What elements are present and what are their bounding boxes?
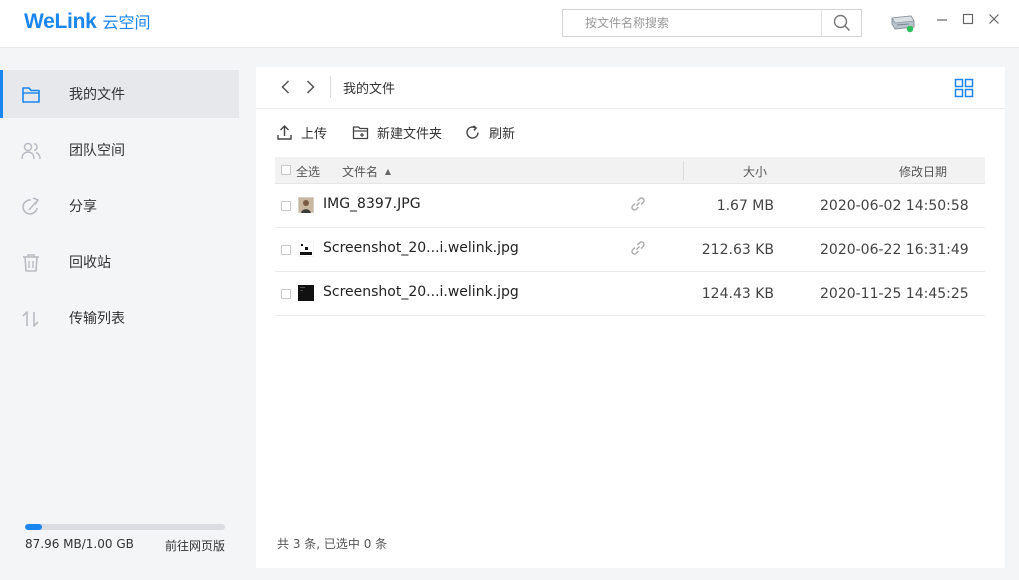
row-checkbox[interactable]: [281, 245, 291, 255]
main-panel: 我的文件 上传 新建文件夹 刷新 全选 文件名 ▲ 大小 修改日期 IMG_83…: [256, 67, 1005, 568]
column-name-label: 文件名: [342, 165, 379, 179]
refresh-button[interactable]: 刷新: [464, 122, 515, 142]
table-row[interactable]: IMG_8397.JPG 1.67 MB 2020-06-02 14:50:58: [275, 184, 985, 228]
close-icon: [989, 14, 999, 24]
file-modified-date: 2020-06-02 14:50:58: [820, 198, 969, 214]
search-icon: [833, 14, 850, 32]
sidebar-item-label: 我的文件: [69, 87, 125, 103]
folder-icon: [22, 87, 40, 103]
column-header-size[interactable]: 大小: [743, 163, 767, 180]
sidebar-item-label: 传输列表: [69, 311, 125, 327]
refresh-icon: [466, 124, 479, 139]
image-thumbnail: [298, 197, 314, 213]
row-checkbox[interactable]: [281, 289, 291, 299]
file-size: 1.67 MB: [716, 198, 774, 214]
sidebar: 我的文件 团队空间 分享 回收站 传输列表 87.96 MB/1.00 GB 前…: [0, 49, 252, 580]
column-header-name[interactable]: 文件名 ▲: [342, 163, 391, 180]
close-button[interactable]: [985, 10, 1003, 28]
maximize-button[interactable]: [959, 10, 977, 28]
breadcrumb[interactable]: 我的文件: [343, 78, 395, 97]
sidebar-item-label: 团队空间: [69, 143, 125, 159]
minimize-button[interactable]: [933, 10, 951, 28]
search-box: [562, 9, 862, 37]
column-divider: [683, 161, 684, 180]
sort-ascending-icon: ▲: [384, 167, 391, 176]
trash-icon: [23, 254, 39, 272]
upload-button[interactable]: 上传: [276, 122, 327, 142]
new-folder-icon: [352, 125, 369, 139]
app-logo: WeLink 云空间: [24, 9, 151, 33]
column-header-date[interactable]: 修改日期: [899, 163, 947, 180]
sidebar-item-my-files[interactable]: 我的文件: [0, 70, 239, 118]
storage-usage-fill: [25, 524, 43, 530]
storage-usage-bar: [25, 524, 225, 530]
file-name[interactable]: Screenshot_20...i.welink.jpg: [323, 284, 519, 300]
upload-label: 上传: [301, 126, 328, 142]
new-folder-label: 新建文件夹: [377, 126, 443, 142]
transfer-icon: [22, 311, 39, 327]
share-link-icon[interactable]: [629, 195, 647, 213]
cloud-device-icon[interactable]: [889, 12, 917, 34]
sidebar-item-team-space[interactable]: 团队空间: [0, 126, 239, 174]
logo-main-text: WeLink: [24, 10, 97, 33]
sidebar-item-recycle-bin[interactable]: 回收站: [0, 238, 239, 286]
image-thumbnail: [298, 285, 314, 301]
table-row[interactable]: Screenshot_20...i.welink.jpg 212.63 KB 2…: [275, 228, 985, 272]
back-arrow-icon[interactable]: [277, 78, 295, 96]
file-modified-date: 2020-11-25 14:45:25: [820, 286, 969, 302]
minimize-icon: [937, 19, 947, 21]
nav-divider: [330, 76, 331, 98]
new-folder-button[interactable]: 新建文件夹: [352, 122, 442, 142]
row-checkbox[interactable]: [281, 201, 291, 211]
image-thumbnail: [298, 241, 314, 257]
table-row[interactable]: Screenshot_20...i.welink.jpg 124.43 KB 2…: [275, 272, 985, 316]
share-link-icon[interactable]: [629, 239, 647, 257]
maximize-icon: [962, 13, 974, 25]
file-size: 212.63 KB: [701, 242, 774, 258]
sidebar-item-share[interactable]: 分享: [0, 182, 239, 230]
file-modified-date: 2020-06-22 16:31:49: [820, 242, 969, 258]
sidebar-item-label: 回收站: [69, 255, 111, 271]
file-table-header: 全选 文件名 ▲ 大小 修改日期: [275, 157, 985, 184]
search-button[interactable]: [821, 10, 861, 36]
file-size: 124.43 KB: [701, 286, 774, 302]
storage-usage-text: 87.96 MB/1.00 GB: [25, 537, 134, 551]
file-name[interactable]: IMG_8397.JPG: [323, 196, 421, 212]
upload-icon: [277, 124, 292, 140]
file-name[interactable]: Screenshot_20...i.welink.jpg: [323, 240, 519, 256]
search-input[interactable]: [563, 10, 821, 36]
refresh-label: 刷新: [489, 126, 516, 142]
title-bar: WeLink 云空间: [0, 0, 1019, 48]
share-icon: [22, 197, 39, 215]
forward-arrow-icon[interactable]: [301, 78, 319, 96]
logo-sub-text: 云空间: [102, 13, 151, 32]
sidebar-item-label: 分享: [69, 199, 97, 215]
select-all-label[interactable]: 全选: [296, 163, 320, 180]
grid-view-icon[interactable]: [954, 78, 974, 98]
web-version-link[interactable]: 前往网页版: [165, 537, 225, 554]
team-icon: [21, 142, 41, 160]
selection-summary: 共 3 条, 已选中 0 条: [277, 537, 388, 551]
select-all-checkbox[interactable]: [281, 165, 291, 175]
navigation-bar: 我的文件: [256, 67, 1005, 109]
sidebar-item-transfer-list[interactable]: 传输列表: [0, 294, 239, 342]
